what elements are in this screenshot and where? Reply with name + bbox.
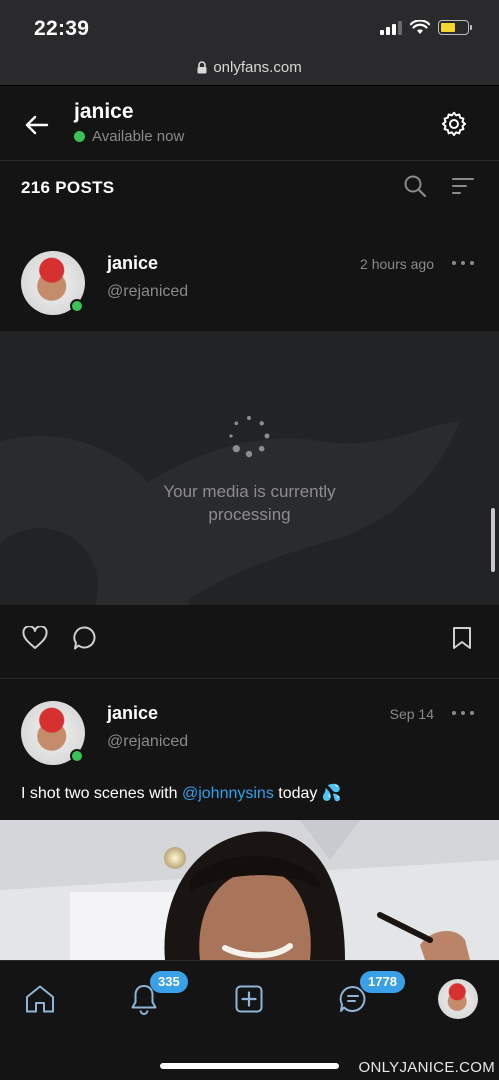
availability-status: Available now: [74, 128, 184, 145]
more-icon[interactable]: [452, 703, 474, 723]
back-button[interactable]: [22, 110, 52, 140]
watermark-text: ONLYJANICE.COM: [358, 1059, 495, 1076]
tab-profile-avatar[interactable]: [438, 979, 478, 1019]
post-time: 2 hours ago: [360, 256, 434, 272]
post-avatar[interactable]: [21, 701, 85, 765]
posts-bar: 216 POSTS: [0, 161, 499, 213]
status-bar: 22:39: [0, 0, 499, 50]
home-icon: [26, 985, 54, 1013]
online-indicator: [70, 749, 84, 763]
comment-icon: [73, 626, 96, 650]
back-arrow-icon: [25, 115, 49, 135]
posts-count: 216 POSTS: [21, 178, 115, 197]
messages-badge: 1778: [360, 971, 405, 993]
sort-icon: [452, 178, 474, 194]
post-time: Sep 14: [389, 706, 434, 722]
availability-label: Available now: [92, 128, 185, 145]
settings-button[interactable]: [439, 109, 469, 139]
profile-name: janice: [74, 100, 134, 123]
battery-icon: [438, 20, 472, 35]
search-icon: [404, 175, 427, 198]
post-header: janice @rejaniced Sep 14: [0, 691, 499, 783]
wifi-icon: [410, 20, 430, 34]
bookmark-icon: [453, 627, 471, 649]
like-button[interactable]: [21, 624, 49, 652]
heart-icon: [22, 626, 48, 649]
media-placeholder: [0, 331, 499, 605]
post-author-name[interactable]: janice: [107, 253, 158, 274]
caption-text: today 💦: [273, 785, 342, 802]
processing-message: Your media is currently processing: [163, 482, 336, 524]
post-avatar[interactable]: [21, 251, 85, 315]
feed-spacer: [0, 213, 499, 241]
signal-icon: [380, 20, 402, 35]
online-indicator: [74, 131, 85, 142]
photo-image: [0, 820, 499, 960]
add-icon: [235, 985, 263, 1013]
post-author-handle[interactable]: @rejaniced: [107, 283, 188, 301]
logo-watermark-graphic: [0, 421, 460, 605]
status-time: 22:39: [34, 17, 90, 40]
feed-spacer: [0, 680, 499, 691]
loading-spinner-icon: [229, 416, 270, 458]
search-button[interactable]: [403, 174, 427, 203]
tab-add-post[interactable]: [231, 981, 267, 1017]
profile-header: janice Available now: [0, 86, 499, 161]
post-photo[interactable]: [0, 820, 499, 960]
scrollbar[interactable]: [491, 508, 495, 572]
more-icon[interactable]: [452, 253, 474, 273]
post-author-handle[interactable]: @rejaniced: [107, 733, 188, 751]
sort-button[interactable]: [451, 174, 475, 203]
caption-text: I shot two scenes with: [21, 785, 182, 802]
tab-home[interactable]: [22, 981, 58, 1017]
home-indicator[interactable]: [160, 1063, 339, 1069]
post-author-name[interactable]: janice: [107, 703, 158, 724]
mention-link[interactable]: @johnnysins: [182, 785, 274, 802]
post-actions: [0, 605, 499, 679]
status-icons: [380, 20, 472, 35]
bookmark-button[interactable]: [448, 624, 476, 652]
url-bar[interactable]: onlyfans.com: [0, 50, 499, 86]
online-indicator: [70, 299, 84, 313]
post-caption: I shot two scenes with @johnnysins today…: [21, 783, 342, 803]
post-header: janice @rejaniced 2 hours ago: [0, 241, 499, 331]
url-text: onlyfans.com: [213, 59, 302, 76]
lock-icon: [197, 61, 207, 74]
notifications-badge: 335: [150, 971, 188, 993]
gear-icon: [441, 111, 467, 136]
comment-button[interactable]: [71, 624, 99, 652]
